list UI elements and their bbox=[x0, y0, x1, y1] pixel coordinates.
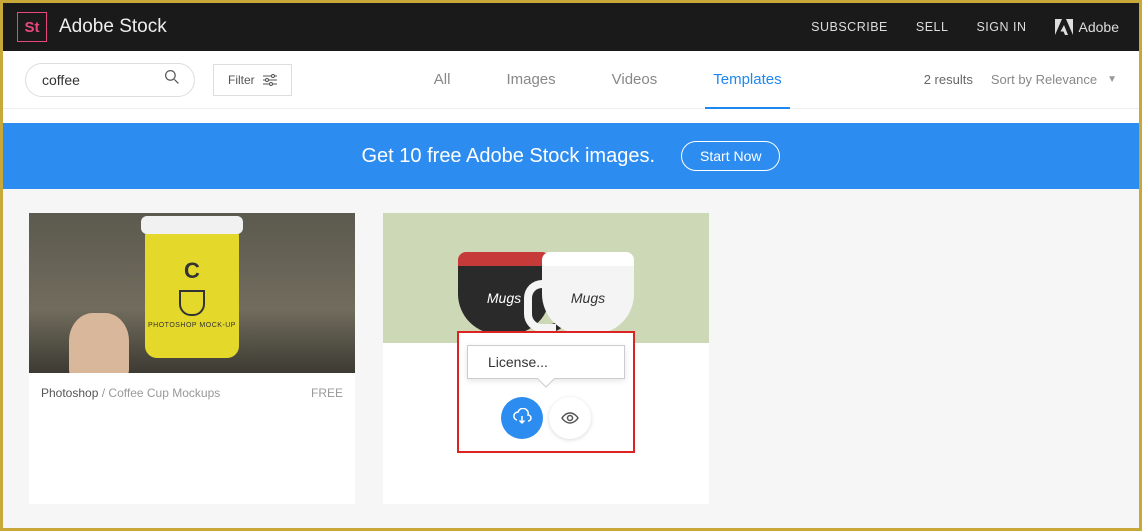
search-icon[interactable] bbox=[164, 69, 180, 90]
tab-videos[interactable]: Videos bbox=[612, 51, 658, 108]
cup-letter: C bbox=[184, 258, 200, 284]
card-title: Coffee Cup Mockups bbox=[108, 386, 220, 400]
nav-signin[interactable]: SIGN IN bbox=[976, 20, 1026, 34]
cup-lid bbox=[141, 216, 243, 234]
card-category: Photoshop bbox=[41, 386, 98, 400]
card-thumbnail: C PHOTOSHOP MOCK-UP bbox=[29, 213, 355, 373]
white-mug-graphic: Mugs bbox=[542, 252, 634, 334]
yellow-cup-graphic: C PHOTOSHOP MOCK-UP bbox=[145, 228, 239, 358]
cup-icon bbox=[179, 290, 205, 316]
download-button[interactable] bbox=[501, 397, 543, 439]
header-right: SUBSCRIBE SELL SIGN IN Adobe bbox=[811, 19, 1119, 35]
nav-subscribe[interactable]: SUBSCRIBE bbox=[811, 20, 888, 34]
adobe-label: Adobe bbox=[1079, 19, 1119, 35]
toolbar-right: 2 results Sort by Relevance ▼ bbox=[924, 72, 1117, 87]
card-footer: Photoshop / Coffee Cup Mockups FREE bbox=[29, 373, 355, 413]
brand-name: Adobe Stock bbox=[59, 16, 167, 38]
eye-icon bbox=[560, 408, 580, 428]
promo-banner: Get 10 free Adobe Stock images. Start No… bbox=[3, 123, 1139, 189]
logo-text: St bbox=[25, 19, 40, 36]
sort-label: Sort by Relevance bbox=[991, 72, 1097, 87]
mug-logo-text: Mugs bbox=[571, 290, 605, 306]
cup-sublabel: PHOTOSHOP MOCK-UP bbox=[148, 322, 236, 329]
top-header: St Adobe Stock SUBSCRIBE SELL SIGN IN Ad… bbox=[3, 3, 1139, 51]
search-input[interactable] bbox=[42, 72, 154, 88]
sort-dropdown[interactable]: Sort by Relevance ▼ bbox=[991, 72, 1117, 87]
mug-logo-text: Mugs bbox=[487, 290, 521, 306]
banner-text: Get 10 free Adobe Stock images. bbox=[362, 145, 656, 168]
sliders-icon bbox=[263, 74, 277, 86]
card-price: FREE bbox=[311, 386, 343, 400]
filter-label: Filter bbox=[228, 73, 255, 87]
results-grid: C PHOTOSHOP MOCK-UP Photoshop / Coffee C… bbox=[3, 189, 1139, 528]
start-now-button[interactable]: Start Now bbox=[681, 141, 780, 171]
nav-sell[interactable]: SELL bbox=[916, 20, 949, 34]
header-left: St Adobe Stock bbox=[17, 12, 167, 42]
results-count: 2 results bbox=[924, 72, 973, 87]
card-title-row: Photoshop / Coffee Cup Mockups bbox=[41, 386, 220, 400]
result-card[interactable]: Mugs Mugs License... bbox=[383, 213, 709, 504]
hand-graphic bbox=[69, 313, 129, 373]
cloud-download-icon bbox=[512, 408, 532, 428]
tab-images[interactable]: Images bbox=[506, 51, 555, 108]
chevron-down-icon: ▼ bbox=[1107, 74, 1117, 85]
toolbar: Filter All Images Videos Templates 2 res… bbox=[3, 51, 1139, 109]
tab-all[interactable]: All bbox=[434, 51, 451, 108]
app-logo[interactable]: St bbox=[17, 12, 47, 42]
search-field[interactable] bbox=[25, 63, 195, 97]
action-buttons bbox=[459, 397, 633, 451]
preview-button[interactable] bbox=[549, 397, 591, 439]
adobe-logo[interactable]: Adobe bbox=[1055, 19, 1119, 35]
result-card[interactable]: C PHOTOSHOP MOCK-UP Photoshop / Coffee C… bbox=[29, 213, 355, 504]
license-popup: License... bbox=[457, 331, 635, 453]
license-tooltip: License... bbox=[467, 345, 625, 379]
category-tabs: All Images Videos Templates bbox=[310, 51, 906, 108]
tab-templates[interactable]: Templates bbox=[713, 51, 781, 108]
filter-button[interactable]: Filter bbox=[213, 64, 292, 96]
separator: / bbox=[98, 386, 108, 400]
adobe-triangle-icon bbox=[1055, 19, 1073, 35]
